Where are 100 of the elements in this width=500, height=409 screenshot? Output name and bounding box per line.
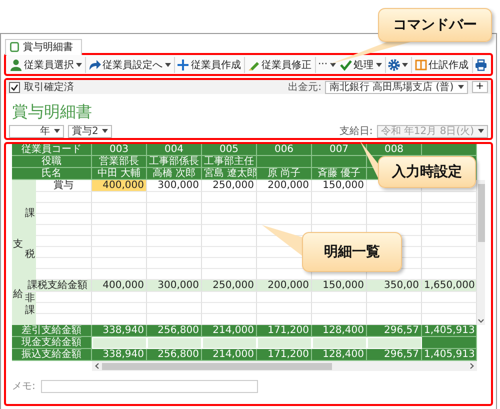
toolbar-button[interactable]: 仕訳作成 bbox=[412, 56, 471, 74]
table-cell bbox=[36, 292, 92, 303]
table-cell: 171,200 bbox=[257, 349, 312, 361]
caret-icon bbox=[102, 129, 108, 133]
scroll-thumb[interactable] bbox=[102, 362, 332, 370]
header-cell: 007 bbox=[312, 144, 367, 156]
table-cell: 128,400 bbox=[312, 325, 367, 337]
table-cell bbox=[257, 214, 312, 225]
bonus-dropdown[interactable]: 賞与2 bbox=[68, 124, 112, 138]
table-cell bbox=[36, 236, 92, 247]
printer-icon bbox=[475, 58, 488, 70]
document-icon bbox=[10, 42, 19, 52]
table-cell: 150,000 bbox=[312, 280, 367, 292]
menu-button[interactable]: 処理 bbox=[338, 56, 384, 74]
table-cell bbox=[36, 203, 92, 214]
row-label: 現金支給金額 bbox=[12, 337, 92, 349]
caret-icon bbox=[164, 62, 170, 66]
header-cell: 008 bbox=[367, 144, 422, 156]
table-cell: 214,000 bbox=[202, 349, 257, 361]
table-cell: 150,000 bbox=[312, 180, 367, 192]
row-label: 差引支給金額 bbox=[12, 325, 92, 337]
curved-arrow-icon bbox=[88, 58, 100, 70]
menu-button[interactable]: 従業員設定へ bbox=[86, 56, 172, 74]
caret-icon bbox=[76, 62, 82, 66]
table-cell bbox=[202, 192, 257, 203]
table-cell bbox=[92, 303, 147, 314]
table-cell bbox=[92, 192, 147, 203]
checkbox-label: 取引確定済 bbox=[24, 80, 74, 94]
chevron-down-icon bbox=[478, 319, 484, 323]
header-cell: 005 bbox=[202, 144, 257, 156]
header-cell bbox=[422, 144, 477, 156]
table-cell: 1,650,000 bbox=[422, 280, 477, 292]
table-cell bbox=[92, 236, 147, 247]
table-cell bbox=[202, 303, 257, 314]
table-cell: 300,000 bbox=[147, 280, 202, 292]
row-label: 課税支給金額 bbox=[24, 280, 92, 292]
table-cell: 296,57 bbox=[367, 325, 422, 337]
add-button[interactable]: + bbox=[472, 81, 488, 93]
table-cell: 338,940 bbox=[92, 349, 147, 361]
toolbar-button[interactable]: 従業員修正 bbox=[246, 56, 314, 74]
table-cell bbox=[312, 203, 367, 214]
table-cell bbox=[147, 292, 202, 303]
menu-button[interactable]: 従業員選択 bbox=[8, 56, 84, 74]
table-cell bbox=[312, 303, 367, 314]
table-cell: 300,000 bbox=[147, 180, 202, 192]
header-cell bbox=[257, 156, 312, 168]
input-cell[interactable] bbox=[257, 337, 312, 349]
table-cell bbox=[147, 258, 202, 269]
row-header: 氏名 bbox=[12, 168, 92, 180]
input-cell[interactable] bbox=[92, 337, 147, 349]
table-cell bbox=[36, 247, 92, 258]
toolbar-button[interactable]: 従業員作成 bbox=[175, 56, 243, 74]
table-cell bbox=[257, 292, 312, 303]
table-cell bbox=[202, 214, 257, 225]
row-header: 役職 bbox=[12, 156, 92, 168]
scroll-thumb[interactable] bbox=[478, 184, 484, 242]
table-cell bbox=[367, 214, 422, 225]
table-cell: 1,405,913 bbox=[422, 349, 477, 361]
source-dropdown[interactable]: 南北銀行 高田馬場支店 (普) bbox=[325, 80, 468, 94]
row-label: 振込支給金額 bbox=[12, 349, 92, 361]
checkbox[interactable] bbox=[9, 82, 20, 92]
document-tab[interactable]: 賞与明細書 bbox=[5, 38, 82, 54]
source-label: 出金元: bbox=[288, 80, 322, 94]
input-cell[interactable] bbox=[367, 337, 422, 349]
memo-field[interactable] bbox=[41, 380, 258, 392]
input-cell[interactable] bbox=[147, 337, 202, 349]
table-cell: 350,00 bbox=[367, 280, 422, 292]
table-cell: 200,000 bbox=[257, 180, 312, 192]
pay-date-dropdown: 令和 年12月 8日(火) bbox=[376, 124, 488, 138]
table-cell bbox=[312, 292, 367, 303]
table-cell: 200,000 bbox=[257, 280, 312, 292]
table-cell: 400,000 bbox=[92, 280, 147, 292]
table-cell bbox=[147, 236, 202, 247]
year-dropdown[interactable]: 年 bbox=[9, 124, 64, 138]
table-cell bbox=[147, 303, 202, 314]
table-cell bbox=[257, 303, 312, 314]
input-cell[interactable] bbox=[312, 337, 367, 349]
table-cell bbox=[202, 225, 257, 236]
page-title: 賞与明細書 bbox=[12, 102, 93, 121]
table-cell bbox=[36, 225, 92, 236]
group-label: 課税 bbox=[24, 180, 36, 280]
caret-icon bbox=[478, 129, 484, 133]
person-icon bbox=[10, 58, 22, 70]
table-cell: 296,57 bbox=[367, 349, 422, 361]
table-cell bbox=[36, 214, 92, 225]
table-cell bbox=[147, 247, 202, 258]
menu-button[interactable]: ··· bbox=[316, 56, 338, 74]
header-cell: 003 bbox=[92, 144, 147, 156]
check-icon bbox=[340, 58, 352, 70]
table-cell: 171,200 bbox=[257, 325, 312, 337]
header-cell: 006 bbox=[257, 144, 312, 156]
table-cell bbox=[36, 192, 92, 203]
table-cell bbox=[147, 214, 202, 225]
table-cell bbox=[312, 192, 367, 203]
plus-icon bbox=[177, 58, 189, 70]
table-cell bbox=[257, 192, 312, 203]
table-cell: 250,000 bbox=[202, 180, 257, 192]
input-cell[interactable] bbox=[202, 337, 257, 349]
table-cell bbox=[36, 303, 92, 314]
header-cell bbox=[312, 156, 367, 168]
